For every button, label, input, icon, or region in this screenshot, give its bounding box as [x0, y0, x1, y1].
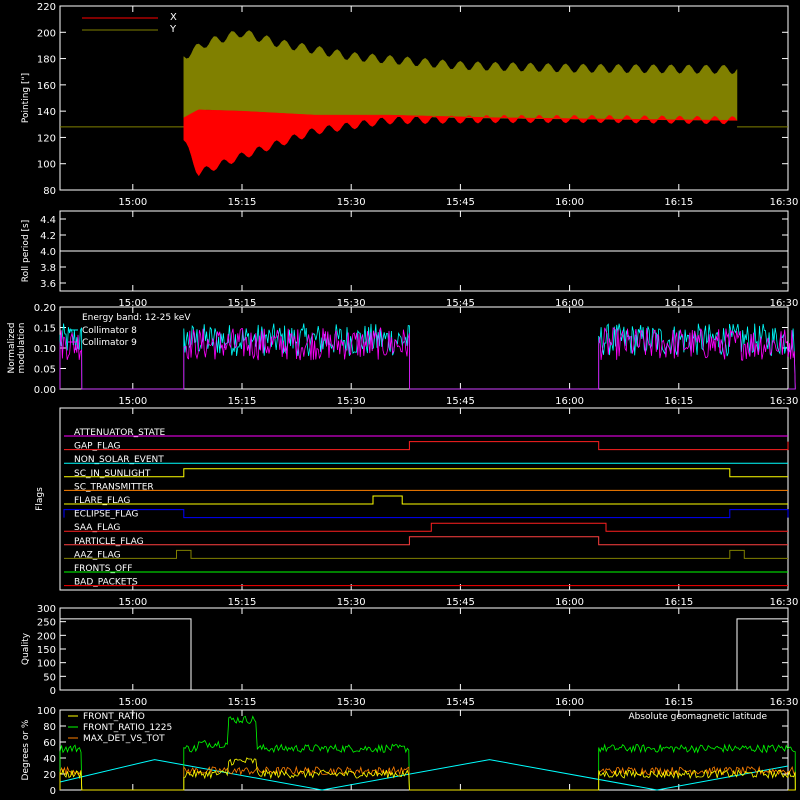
flags-frame: [59, 407, 789, 591]
roll-ytick-label: 4.2: [40, 231, 56, 242]
pointing-ytick-label: 220: [37, 2, 56, 13]
ratios-legend-label-geomagnetic-latitude: Absolute geomagnetic latitude: [628, 712, 767, 722]
modulation-xtick-label: 15:00: [118, 396, 147, 407]
pointing-ytick-label: 100: [37, 160, 56, 171]
roll-ytick-label: 4.4: [40, 215, 56, 226]
flag-line-sc-in-sunlight: [64, 468, 788, 478]
ratios-legend-label-front-ratio-1225: FRONT_RATIO_1225: [83, 723, 172, 733]
pointing-ytick-label: 140: [37, 107, 56, 118]
quality-ytick-label: 50: [43, 672, 56, 683]
modulation-legend-label: Collimator 8: [82, 326, 137, 336]
roll-ytick-label: 4.0: [40, 247, 56, 258]
modulation-ytick-label: 0.10: [34, 344, 56, 355]
modulation-xtick-label: 15:15: [228, 396, 257, 407]
ratios-ytick-label: 100: [37, 706, 56, 717]
modulation-annotation: Energy band: 12-25 keV: [82, 313, 191, 323]
pointing-ylabel: Pointing ["]: [21, 73, 31, 123]
pointing-xtick-label: 16:15: [664, 197, 693, 208]
pointing-xtick-label: 15:30: [337, 197, 366, 208]
flags-ylabel: Flags: [35, 487, 45, 511]
quality-xtick-label: 16:15: [664, 697, 693, 708]
quality-xtick-label: 15:15: [228, 697, 257, 708]
roll-ytick-label: 3.8: [40, 263, 56, 274]
pointing-legend-label-x: X: [170, 12, 177, 23]
quality-ytick-label: 300: [37, 604, 56, 615]
flags-xtick-label: 15:00: [118, 597, 147, 608]
pointing-ytick-label: 180: [37, 55, 56, 66]
ratios-ytick-label: 0: [50, 786, 56, 797]
modulation-series-8: [59, 323, 796, 390]
pointing-xtick-label: 16:30: [770, 197, 799, 208]
flags-xtick-label: 16:00: [555, 597, 584, 608]
quality-ytick-label: 150: [37, 645, 56, 656]
modulation-xtick-label: 16:00: [555, 396, 584, 407]
ratios-frame: [59, 709, 789, 791]
pointing-ytick-label: 200: [37, 28, 56, 39]
modulation-xtick-label: 16:30: [770, 396, 799, 407]
quality-xtick-label: 15:30: [337, 697, 366, 708]
quality-ytick-label: 250: [37, 618, 56, 629]
ratios-ylabel: Degrees or %: [21, 719, 31, 780]
quality-ytick-label: 100: [37, 659, 56, 670]
modulation-legend-label: Collimator 9: [82, 338, 137, 348]
roll-ylabel: Roll period [s]: [21, 220, 31, 282]
ratios-ytick-label: 60: [43, 738, 56, 749]
flags-xtick-label: 16:30: [770, 597, 799, 608]
pointing-xtick-label: 16:00: [555, 197, 584, 208]
flag-line-saa-flag: [64, 522, 788, 532]
modulation-ylabel-line2: modulation: [17, 323, 27, 374]
quality-ytick-label: 0: [50, 686, 56, 697]
quality-xtick-label: 15:45: [446, 697, 475, 708]
pointing-xtick-label: 15:45: [446, 197, 475, 208]
flags-xtick-label: 15:30: [337, 597, 366, 608]
modulation-ytick-label: 0.15: [34, 324, 56, 335]
ratios-legend-label-front-ratio: FRONT_RATIO: [83, 712, 145, 722]
flag-line-particle-flag: [64, 536, 788, 546]
modulation-ytick-label: 0.05: [34, 365, 56, 376]
pointing-xtick-label: 15:00: [118, 197, 147, 208]
quality-xtick-label: 15:00: [118, 697, 147, 708]
modulation-ytick-label: 0.20: [34, 303, 56, 314]
pointing-ytick-label: 120: [37, 133, 56, 144]
pointing-series-y: [183, 30, 738, 121]
quality-xtick-label: 16:30: [770, 697, 799, 708]
quality-ylabel: Quality: [21, 632, 31, 665]
ratios-legend-label-max-det-vs-tot: MAX_DET_VS_TOT: [83, 734, 165, 744]
flag-line-gap-flag: [64, 441, 789, 451]
roll-ytick-label: 3.6: [40, 279, 56, 290]
quality-xtick-label: 16:00: [555, 697, 584, 708]
quality-ytick-label: 200: [37, 631, 56, 642]
ratios-ytick-label: 80: [43, 722, 56, 733]
pointing-xtick-label: 15:15: [228, 197, 257, 208]
quality-series: [60, 618, 788, 691]
modulation-xtick-label: 16:15: [664, 396, 693, 407]
pointing-legend-label-y: Y: [169, 24, 177, 35]
flags-xtick-label: 15:45: [446, 597, 475, 608]
flag-line-aaz-flag: [64, 549, 788, 559]
chart-canvas: 80100120140160180200220Pointing ["]15:00…: [7, 2, 799, 797]
flags-xtick-label: 16:15: [664, 597, 693, 608]
pointing-ytick-label: 160: [37, 81, 56, 92]
modulation-ylabel-line1: Normalized: [7, 322, 17, 373]
ratios-ytick-label: 20: [43, 770, 56, 781]
quality-frame: [59, 607, 789, 691]
flag-line-eclipse-flag: [63, 509, 789, 519]
flag-label-eclipse-flag: ECLIPSE_FLAG: [74, 510, 138, 520]
flag-line-flare-flag: [64, 495, 788, 505]
pointing-series-x: [183, 109, 738, 177]
flags-xtick-label: 15:15: [228, 597, 257, 608]
pointing-ytick-label: 80: [43, 186, 56, 197]
ratios-ytick-label: 40: [43, 754, 56, 765]
ratios-series-max-det-vs-tot: [59, 765, 796, 791]
modulation-xtick-label: 15:45: [446, 396, 475, 407]
modulation-xtick-label: 15:30: [337, 396, 366, 407]
modulation-ytick-label: 0.00: [34, 385, 56, 396]
